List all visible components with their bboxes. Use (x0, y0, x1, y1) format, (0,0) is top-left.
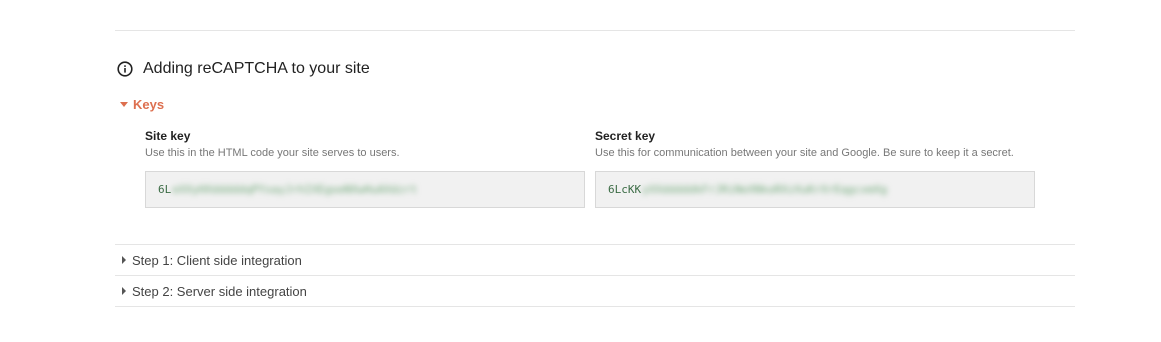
secret-key-value-blurred: yXXdddddkFrJRiNeXNkoRXzXuKrXrEqgcxmXg (642, 183, 888, 196)
site-key-heading: Site key (145, 129, 191, 143)
site-key-value-blurred: eXXyHXdddddqPYxayJrhIXEgoeNXwHuAXdzrt (172, 183, 418, 196)
secret-key-heading: Secret key (595, 129, 656, 143)
secret-key-field[interactable]: 6LcKK yXXdddddkFrJRiNeXNkoRXzXuKrXrEqgcxm… (595, 171, 1035, 208)
site-key-field[interactable]: 6L eXXyHXdddddqPYxayJrhIXEgoeNXwHuAXdzrt (145, 171, 585, 208)
keys-toggle[interactable]: Keys (120, 97, 164, 112)
secret-key-section: Secret key Use this for communication be… (595, 129, 1035, 208)
top-divider (115, 30, 1075, 31)
keys-label: Keys (133, 97, 165, 112)
step-1-label: Step 1: Client side integration (132, 252, 302, 268)
info-icon (117, 61, 133, 77)
step-2-label: Step 2: Server side integration (132, 283, 307, 299)
caret-down-icon (120, 102, 128, 107)
secret-key-value-visible: 6LcKK (608, 183, 642, 196)
step-1-toggle[interactable]: Step 1: Client side integration (115, 244, 1075, 275)
caret-right-icon (122, 256, 126, 264)
section-header: Adding reCAPTCHA to your site (117, 59, 370, 79)
site-key-value-visible: 6L (158, 183, 172, 196)
secret-key-description: Use this for communication between your … (595, 147, 1014, 159)
caret-right-icon (122, 287, 126, 295)
site-key-description: Use this in the HTML code your site serv… (145, 147, 400, 159)
site-key-section: Site key Use this in the HTML code your … (145, 129, 585, 208)
step-2-toggle[interactable]: Step 2: Server side integration (115, 275, 1075, 307)
section-title: Adding reCAPTCHA to your site (143, 60, 370, 77)
